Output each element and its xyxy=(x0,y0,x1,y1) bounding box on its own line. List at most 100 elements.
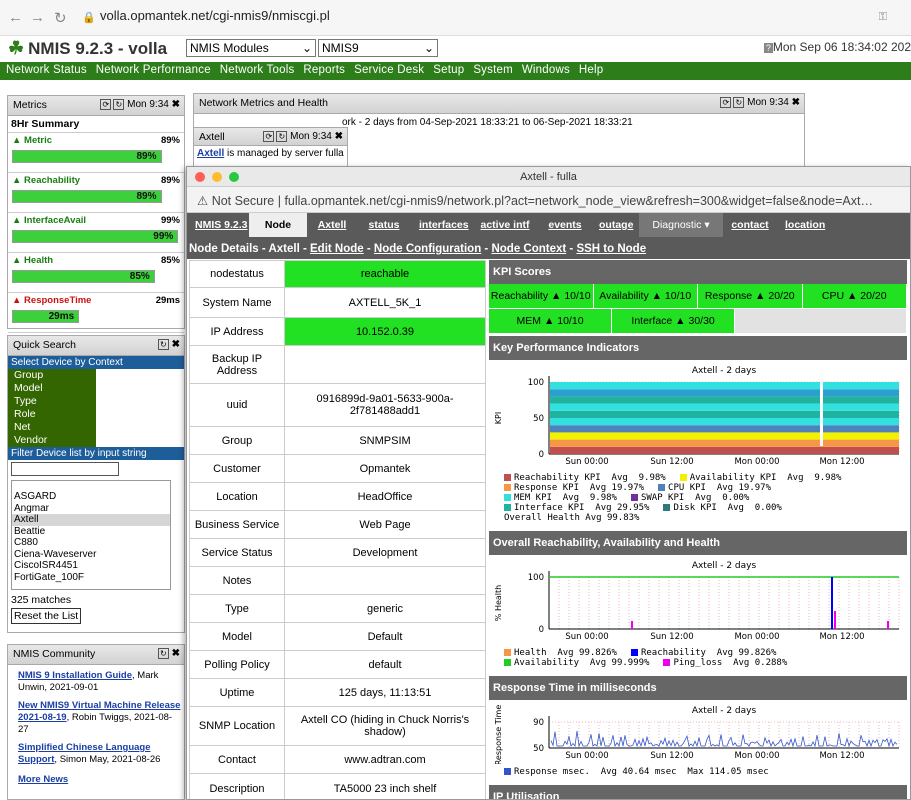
refresh-icon[interactable]: ⟳ xyxy=(720,97,732,108)
metric-item[interactable]: ▲ Reachability 89% 89% xyxy=(8,173,184,213)
refresh-icon[interactable]: ⟳ xyxy=(263,131,275,142)
ping-loss-bar xyxy=(631,621,633,629)
node-details-part[interactable]: Node Context xyxy=(491,243,566,255)
axtell-link[interactable]: Axtell xyxy=(197,148,224,159)
menu-item[interactable]: System xyxy=(473,64,513,76)
node-nav-active-intf[interactable]: active intf xyxy=(471,213,539,237)
nmis-select[interactable]: NMIS9 ⌄ xyxy=(318,39,438,57)
device-option[interactable]: C880 xyxy=(12,537,170,549)
context-option[interactable]: Type xyxy=(8,395,96,408)
reload-icon[interactable]: ↻ xyxy=(54,9,67,27)
device-option[interactable]: Angmar xyxy=(12,503,170,515)
node-nav-nmis-9-2-3[interactable]: NMIS 9.2.3 xyxy=(187,213,249,237)
device-option[interactable]: Ciena-Waveserver xyxy=(12,549,170,561)
device-list[interactable]: ASGARD Angmar Axtell Beattie C880 Ciena-Waves… xyxy=(11,480,171,590)
detail-label: System Name xyxy=(189,287,285,318)
context-option[interactable]: Role xyxy=(8,408,96,421)
legend-text: Ping_loss Avg 0.288% xyxy=(673,658,788,668)
kpi-cell: Reachability ▲ 10/10 xyxy=(489,284,594,308)
node-details-part[interactable]: SSH to Node xyxy=(576,243,646,255)
node-nav-outage[interactable]: outage xyxy=(591,213,639,237)
metric-item[interactable]: ▲ ResponseTime 29ms 29ms xyxy=(8,293,184,333)
node-nav-events[interactable]: events xyxy=(539,213,591,237)
legend-swatch xyxy=(504,659,511,666)
menu-item[interactable]: Network Tools xyxy=(220,64,295,76)
legend-swatch xyxy=(630,649,638,656)
legend-extra: Overall Health Avg 99.83% xyxy=(504,513,640,523)
y-tick-label: 50 xyxy=(533,414,544,424)
reload-icon[interactable]: ↻ xyxy=(157,339,169,350)
network-health-title: Network Metrics and Health xyxy=(199,97,328,109)
close-icon[interactable]: ✖ xyxy=(335,131,343,142)
more-news-link[interactable]: More News xyxy=(8,774,184,785)
context-option[interactable]: Group xyxy=(8,369,96,382)
network-health-titlebar[interactable]: Network Metrics and Health ⟳ ↻ Mon 9:34 ✖ xyxy=(194,94,804,114)
detail-value: default xyxy=(284,650,486,679)
legend-item: Response msec. Avg 40.64 msec Max 114.05… xyxy=(504,767,769,777)
menu-item[interactable]: Windows xyxy=(522,64,570,76)
modules-select[interactable]: NMIS Modules ⌄ xyxy=(186,39,316,57)
device-option[interactable]: Beattie xyxy=(12,526,170,538)
menu-item[interactable]: Network Status xyxy=(6,64,87,76)
kpi-scores-heading: KPI Scores xyxy=(489,260,907,284)
close-icon[interactable]: ✖ xyxy=(172,99,180,110)
device-option[interactable]: Axtell xyxy=(12,514,170,526)
match-count: 325 matches xyxy=(11,594,72,606)
menu-item[interactable]: Setup xyxy=(433,64,464,76)
node-nav-axtell[interactable]: Axtell xyxy=(307,213,357,237)
node-nav-interfaces[interactable]: interfaces xyxy=(411,213,471,237)
reset-list-button[interactable]: Reset the List xyxy=(11,608,82,624)
metric-item[interactable]: ▲ Metric 89% 89% xyxy=(8,133,184,173)
help-icon[interactable]: ? xyxy=(763,43,773,53)
menu-item[interactable]: Service Desk xyxy=(354,64,424,76)
device-option[interactable]: FortiGate_100F xyxy=(12,572,170,584)
metric-item[interactable]: ▲ InterfaceAvail 99% 99% xyxy=(8,213,184,253)
close-icon[interactable]: ✖ xyxy=(172,339,180,350)
x-tick-label: Mon 12:00 xyxy=(819,751,864,761)
axtell-popup-titlebar[interactable]: Axtell ⟳ ↻ Mon 9:34 ✖ xyxy=(194,128,347,146)
graph-panel: Axtell - 2 days KPI 100 50 0 Sun 00:00 Sun 12:… xyxy=(489,360,907,529)
community-titlebar[interactable]: NMIS Community ↻ ✖ xyxy=(8,645,184,665)
ping-loss-bar xyxy=(887,621,889,629)
close-icon[interactable]: ✖ xyxy=(792,97,800,108)
legend-swatch xyxy=(504,494,511,501)
reload-icon[interactable]: ↻ xyxy=(113,99,125,110)
key-icon[interactable]: ⚿ xyxy=(879,11,887,24)
context-option[interactable]: Net xyxy=(8,421,96,434)
node-nav-status[interactable]: status xyxy=(357,213,411,237)
y-tick-label: 100 xyxy=(528,378,544,388)
device-option[interactable]: CiscoISR4451 xyxy=(12,560,170,572)
node-window-titlebar[interactable]: Axtell - fulla xyxy=(187,167,910,187)
menu-item[interactable]: Reports xyxy=(303,64,345,76)
context-option[interactable]: Vendor xyxy=(8,434,96,447)
node-nav-contact[interactable]: contact xyxy=(723,213,777,237)
legend-swatch xyxy=(504,649,511,656)
menu-item[interactable]: Network Performance xyxy=(96,64,211,76)
node-nav-node[interactable]: Node xyxy=(249,213,307,237)
node-url-bar[interactable]: ⚠ Not Secure | fulla.opmantek.net/cgi-nm… xyxy=(187,187,910,213)
legend-text: Response KPI Avg 19.97% xyxy=(514,483,645,493)
metric-item[interactable]: ▲ Health 85% 85% xyxy=(8,253,184,293)
news-link[interactable]: NMIS 9 Installation Guide xyxy=(18,670,132,681)
filter-input[interactable] xyxy=(11,462,119,476)
node-nav-location[interactable]: location xyxy=(777,213,833,237)
reload-icon[interactable]: ↻ xyxy=(733,97,745,108)
back-icon[interactable]: ← xyxy=(8,9,23,26)
forward-icon[interactable]: → xyxy=(30,9,45,26)
menu-item[interactable]: Help xyxy=(579,64,603,76)
context-option[interactable]: Model xyxy=(8,382,96,395)
refresh-icon[interactable]: ⟳ xyxy=(100,99,112,110)
legend-item: Response KPI Avg 19.97% xyxy=(504,483,644,493)
device-option[interactable]: ASGARD xyxy=(12,491,170,503)
address-bar[interactable]: volla.opmantek.net/cgi-nmis9/nmiscgi.pl xyxy=(100,8,330,23)
reload-icon[interactable]: ↻ xyxy=(276,131,288,142)
metrics-title: Metrics xyxy=(13,99,47,111)
node-nav-diagnostic[interactable]: Diagnostic ▾ xyxy=(639,213,723,237)
node-details-part[interactable]: Edit Node xyxy=(310,243,364,255)
reload-icon[interactable]: ↻ xyxy=(157,648,169,659)
metrics-titlebar[interactable]: Metrics ⟳ ↻ Mon 9:34 ✖ xyxy=(8,96,184,116)
close-icon[interactable]: ✖ xyxy=(172,648,180,659)
node-details-part[interactable]: Node Configuration xyxy=(374,243,481,255)
quick-search-titlebar[interactable]: Quick Search ↻ ✖ xyxy=(8,336,184,356)
node-details-table: nodestatus reachable System Name AXTELL_5K_… xyxy=(189,260,486,799)
